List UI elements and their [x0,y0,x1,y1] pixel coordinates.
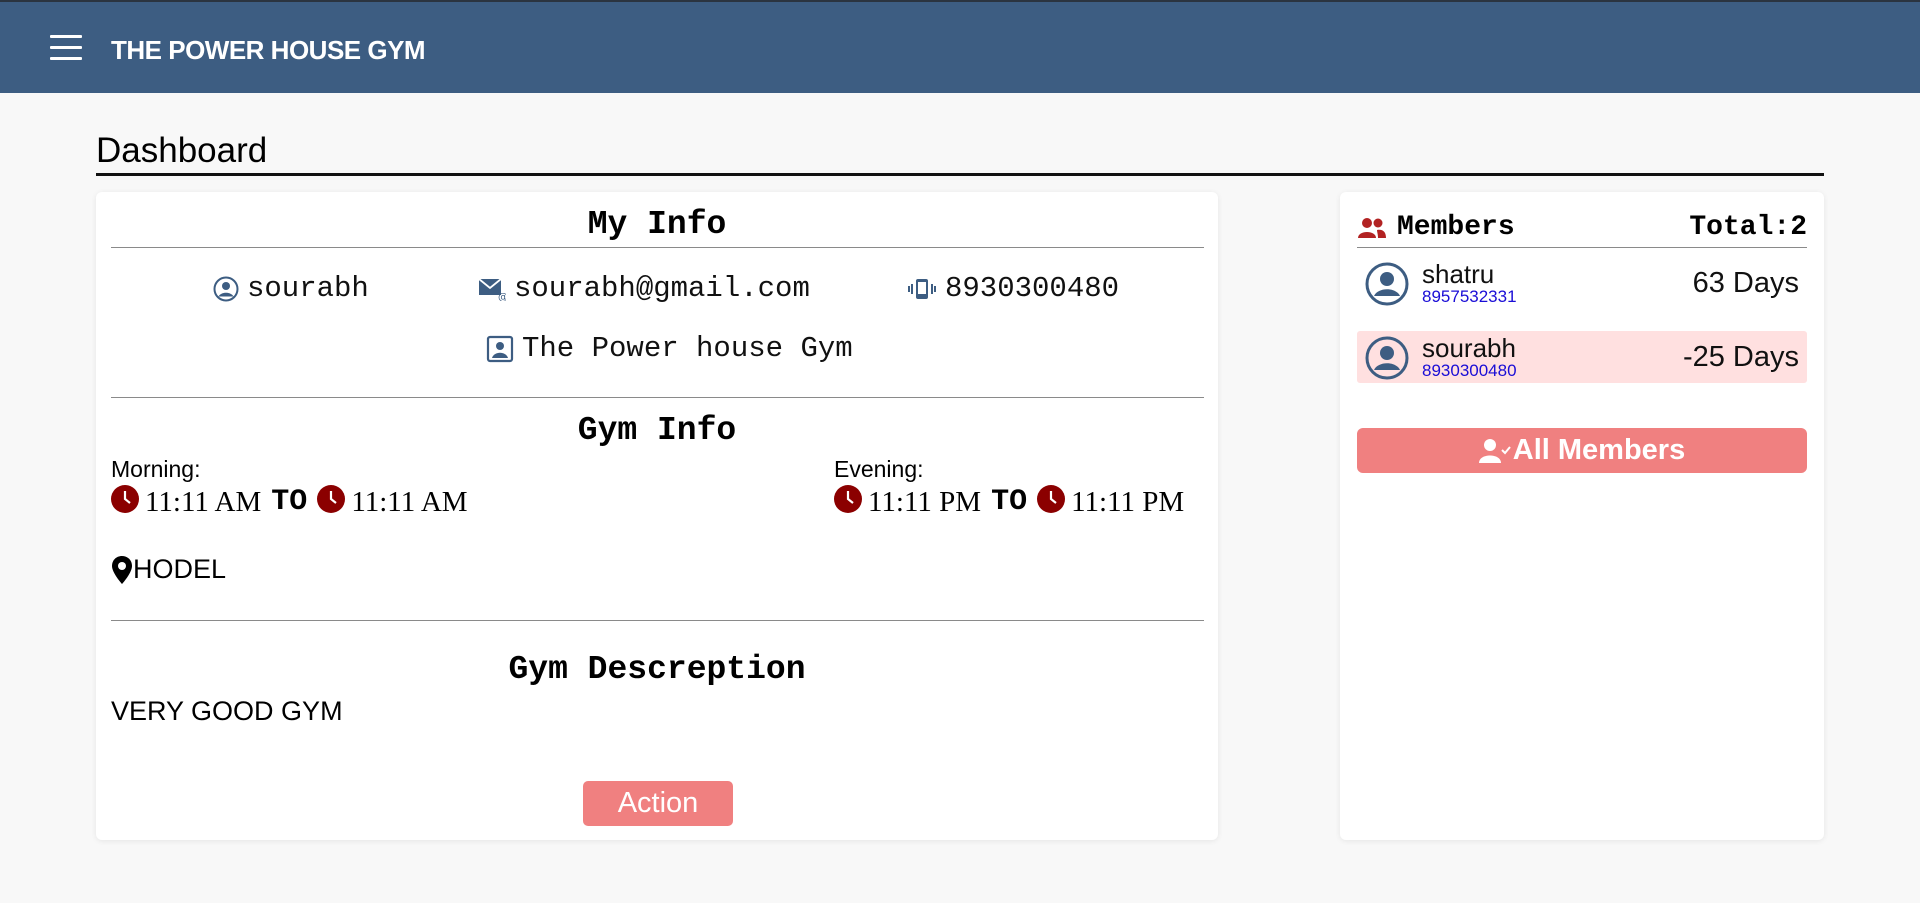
all-members-label: All Members [1512,434,1686,466]
map-pin-icon [112,555,132,584]
gym-location-text: HODEL [133,554,227,584]
user-name-item: sourabh [213,272,369,305]
member-phone: 8930300480 [1422,361,1517,380]
members-total: Total:2 [1689,212,1807,243]
gym-name-item: The Power house Gym [486,332,853,365]
member-name: sourabh [1422,333,1516,363]
members-divider [1357,247,1807,248]
member-phone: 8957532331 [1422,287,1517,306]
clock-icon [1037,485,1066,513]
action-button[interactable]: Action [583,781,733,826]
evening-hours: 11:11 PM TO 11:11 PM [834,485,1184,519]
user-name: sourabh [247,272,369,305]
user-check-icon [1478,438,1511,463]
user-phone: 8930300480 [945,272,1120,305]
member-row[interactable]: sourabh 8930300480 -25 Days [1357,331,1807,383]
morning-to-label: TO [271,485,308,519]
info-card: My Info sourabh @ sourabh@gmail.com 8930… [96,192,1218,840]
all-members-button[interactable]: All Members [1357,428,1807,473]
members-header: Members Total:2 [1357,212,1807,243]
members-title: Members [1397,212,1515,243]
app-title: THE POWER HOUSE GYM [111,35,426,65]
member-row[interactable]: shatru 8957532331 63 Days [1357,257,1807,309]
gym-name: The Power house Gym [522,332,853,365]
svg-text:@: @ [498,292,506,301]
mail-icon: @ [478,277,506,301]
page-title: Dashboard [96,131,268,170]
member-avatar-icon [1365,336,1409,380]
user-circle-icon [213,276,239,301]
my-info-bottom-divider [111,397,1204,398]
clock-icon [111,485,139,513]
morning-to-time: 11:11 AM [351,485,468,518]
users-icon [1358,217,1386,238]
gym-description-title: Gym Descreption [508,651,806,688]
title-divider [96,173,1824,176]
morning-hours: 11:11 AM TO 11:11 AM [111,485,468,519]
members-card: Members Total:2 shatru 8957532331 63 Day… [1340,192,1824,840]
gym-info-title: Gym Info [577,412,737,449]
member-days: 63 Days [1692,267,1799,299]
user-email: sourabh@gmail.com [514,272,810,305]
my-info-title: My Info [587,206,727,243]
clock-icon [834,485,862,513]
user-email-item: @ sourabh@gmail.com [478,272,810,305]
portrait-icon [486,335,514,362]
user-phone-item: 8930300480 [907,272,1119,305]
gym-info-bottom-divider [111,620,1204,621]
morning-from-time: 11:11 AM [145,485,262,518]
evening-from-time: 11:11 PM [868,485,982,518]
clock-icon [317,485,346,513]
app-header: THE POWER HOUSE GYM [0,0,1920,93]
evening-label: Evening: [834,456,924,482]
member-name: shatru [1422,259,1495,289]
member-avatar-icon [1365,262,1409,306]
member-days: -25 Days [1682,341,1799,373]
phone-vibrate-icon [908,278,936,299]
hamburger-menu-icon[interactable] [50,35,82,61]
evening-to-time: 11:11 PM [1071,485,1185,518]
gym-location: HODEL [111,554,226,585]
gym-description-text: VERY GOOD GYM [111,696,343,726]
my-info-divider [111,247,1204,248]
morning-label: Morning: [111,456,201,482]
evening-to-label: TO [991,485,1028,519]
